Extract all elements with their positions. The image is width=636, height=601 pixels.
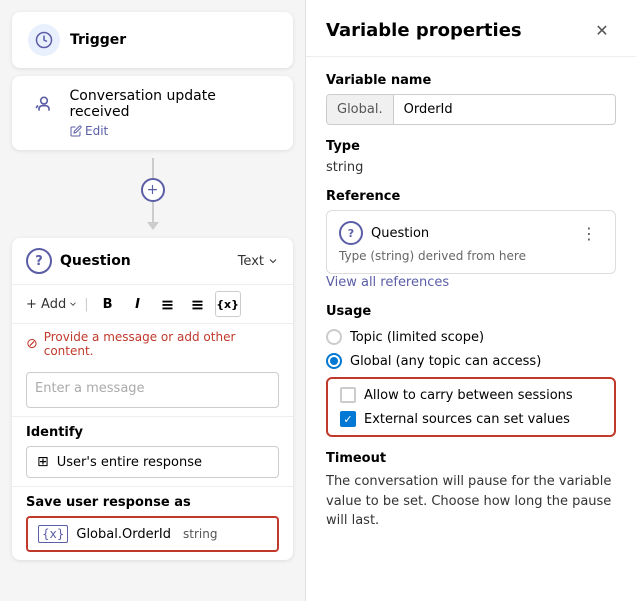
connector-line-top xyxy=(152,158,154,178)
connector: + xyxy=(12,158,293,230)
radio-global-circle xyxy=(326,353,342,369)
checkbox-carry[interactable]: Allow to carry between sessions xyxy=(340,387,602,403)
checkbox-external-label: External sources can set values xyxy=(364,412,570,427)
reference-subtitle: Type (string) derived from here xyxy=(339,249,603,263)
identify-section: Identify ⊞ User's entire response xyxy=(12,417,293,487)
var-name-group: Variable name Global. OrderId xyxy=(326,73,616,125)
identify-icon: ⊞ xyxy=(37,454,49,470)
var-prefix: Global. xyxy=(327,95,394,124)
panel-body: Variable name Global. OrderId Type strin… xyxy=(306,57,636,547)
save-var-name: Global.OrderId xyxy=(76,527,171,542)
edit-label: Edit xyxy=(85,124,108,138)
identify-label: Identify xyxy=(26,425,279,440)
right-panel: Variable properties ✕ Variable name Glob… xyxy=(305,0,636,601)
reference-label: Reference xyxy=(326,189,616,204)
radio-topic[interactable]: Topic (limited scope) xyxy=(326,325,616,349)
checkbox-external-box xyxy=(340,411,356,427)
question-card: ? Question Text + Add | B I ≡ ≡ {x} xyxy=(12,238,293,560)
type-group: Type string xyxy=(326,139,616,175)
question-title: Question xyxy=(60,253,131,269)
timeout-label: Timeout xyxy=(326,451,616,466)
connector-arrow xyxy=(147,222,159,230)
trigger-label: Trigger xyxy=(70,32,126,48)
global-options-box: Allow to carry between sessions External… xyxy=(326,377,616,437)
connector-line-bottom xyxy=(152,202,154,222)
reference-card: ? Question ⋮ Type (string) derived from … xyxy=(326,210,616,274)
trigger-card: Trigger xyxy=(12,12,293,68)
checkbox-carry-box xyxy=(340,387,356,403)
reference-title: Question xyxy=(371,226,429,241)
usage-section: Usage Topic (limited scope) Global (any … xyxy=(326,304,616,437)
type-label: Type xyxy=(326,139,616,154)
variable-button[interactable]: {x} xyxy=(215,291,241,317)
reference-group: Reference ? Question ⋮ Type (string) der… xyxy=(326,189,616,290)
save-type: string xyxy=(183,527,217,541)
usage-label: Usage xyxy=(326,304,616,319)
message-input[interactable]: Enter a message xyxy=(26,372,279,408)
question-type-selector[interactable]: Text xyxy=(238,254,279,269)
save-var-icon: {x} xyxy=(38,525,68,543)
add-step-button[interactable]: + xyxy=(141,178,165,202)
question-toolbar: + Add | B I ≡ ≡ {x} xyxy=(12,285,293,324)
reference-card-left: ? Question xyxy=(339,221,429,245)
reference-icon: ? xyxy=(339,221,363,245)
conversation-title: Conversation update received xyxy=(70,88,278,120)
save-section: Save user response as {x} Global.OrderId… xyxy=(12,487,293,560)
reference-card-header: ? Question ⋮ xyxy=(339,221,603,245)
radio-global[interactable]: Global (any topic can access) xyxy=(326,349,616,373)
question-header-left: ? Question xyxy=(26,248,131,274)
type-value: string xyxy=(326,160,616,175)
list-button-2[interactable]: ≡ xyxy=(185,291,211,317)
question-icon: ? xyxy=(26,248,52,274)
question-header: ? Question Text xyxy=(12,238,293,285)
left-panel: Trigger Conversation update received Edi… xyxy=(0,0,305,601)
identify-value: User's entire response xyxy=(57,455,202,470)
save-box: {x} Global.OrderId string xyxy=(26,516,279,552)
trigger-icon xyxy=(28,24,60,56)
error-message: ⊘ Provide a message or add other content… xyxy=(12,324,293,364)
message-area: Enter a message xyxy=(12,364,293,417)
identify-box: ⊞ User's entire response xyxy=(26,446,279,478)
reference-menu-button[interactable]: ⋮ xyxy=(575,222,603,245)
save-label: Save user response as xyxy=(26,495,279,510)
bold-button[interactable]: B xyxy=(95,291,121,317)
add-button[interactable]: + Add xyxy=(26,297,78,312)
panel-title: Variable properties xyxy=(326,20,522,41)
close-button[interactable]: ✕ xyxy=(588,16,616,44)
view-all-references-link[interactable]: View all references xyxy=(326,275,449,290)
error-icon: ⊘ xyxy=(26,336,38,352)
radio-topic-circle xyxy=(326,329,342,345)
radio-global-label: Global (any topic can access) xyxy=(350,354,541,369)
var-name-value: OrderId xyxy=(394,95,615,124)
timeout-section: Timeout The conversation will pause for … xyxy=(326,451,616,531)
var-name-box: Global. OrderId xyxy=(326,94,616,125)
list-button-1[interactable]: ≡ xyxy=(155,291,181,317)
edit-link[interactable]: Edit xyxy=(70,124,277,138)
radio-topic-label: Topic (limited scope) xyxy=(350,330,484,345)
checkbox-external[interactable]: External sources can set values xyxy=(340,411,602,427)
timeout-text: The conversation will pause for the vari… xyxy=(326,472,616,531)
checkbox-carry-label: Allow to carry between sessions xyxy=(364,388,573,403)
var-name-label: Variable name xyxy=(326,73,616,88)
conversation-icon xyxy=(28,88,60,120)
italic-button[interactable]: I xyxy=(125,291,151,317)
question-type-label: Text xyxy=(238,254,264,269)
panel-header: Variable properties ✕ xyxy=(306,0,636,57)
conversation-card: Conversation update received Edit xyxy=(12,76,293,150)
